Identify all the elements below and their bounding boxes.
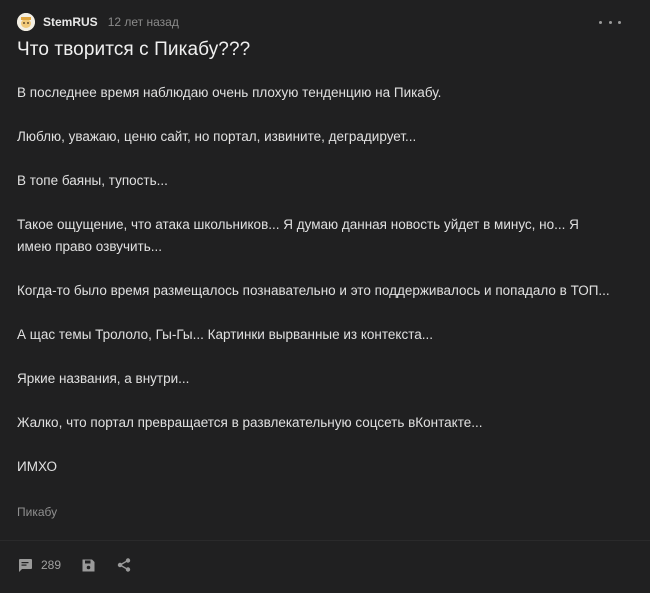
save-button[interactable] [81,558,96,573]
story-card: StemRUS 12 лет назад Что творится с Пика… [0,0,650,593]
post-time: 12 лет назад [107,15,179,29]
more-options-icon[interactable] [599,16,621,28]
avatar[interactable] [17,13,35,31]
divider [0,540,650,541]
story-title[interactable]: Что творится с Пикабу??? [17,39,250,61]
avatar-icon [17,13,35,31]
comment-icon [19,559,32,572]
story-paragraph: ИМХО [17,459,58,474]
author-name[interactable]: StemRUS [43,15,98,29]
tag-link[interactable]: Пикабу [17,505,57,519]
story-paragraph: А щас темы Трололо, Гы-Гы... Картинки вы… [17,327,434,342]
story-paragraph: Жалко, что портал превращается в развлек… [17,415,483,430]
story-paragraph: В топе баяны, тупость... [17,173,168,188]
story-paragraph: В последнее время наблюдаю очень плохую … [17,85,442,100]
share-button[interactable] [116,557,132,573]
story-paragraph: Люблю, уважаю, ценю сайт, но портал, изв… [17,129,417,144]
story-paragraph: Яркие названия, а внутри... [17,371,190,386]
share-icon [117,558,131,572]
story-header: StemRUS 12 лет назад [17,12,633,32]
story-paragraph: Когда-то было время размещалось познават… [17,283,610,298]
story-content: В последнее время наблюдаю очень плохую … [17,82,617,500]
comments-count: 289 [41,558,62,572]
save-icon [82,559,95,571]
comments-button[interactable]: 289 [17,557,61,573]
story-footer: 289 [17,556,152,574]
story-paragraph: Такое ощущение, что атака школьников... … [17,217,579,254]
